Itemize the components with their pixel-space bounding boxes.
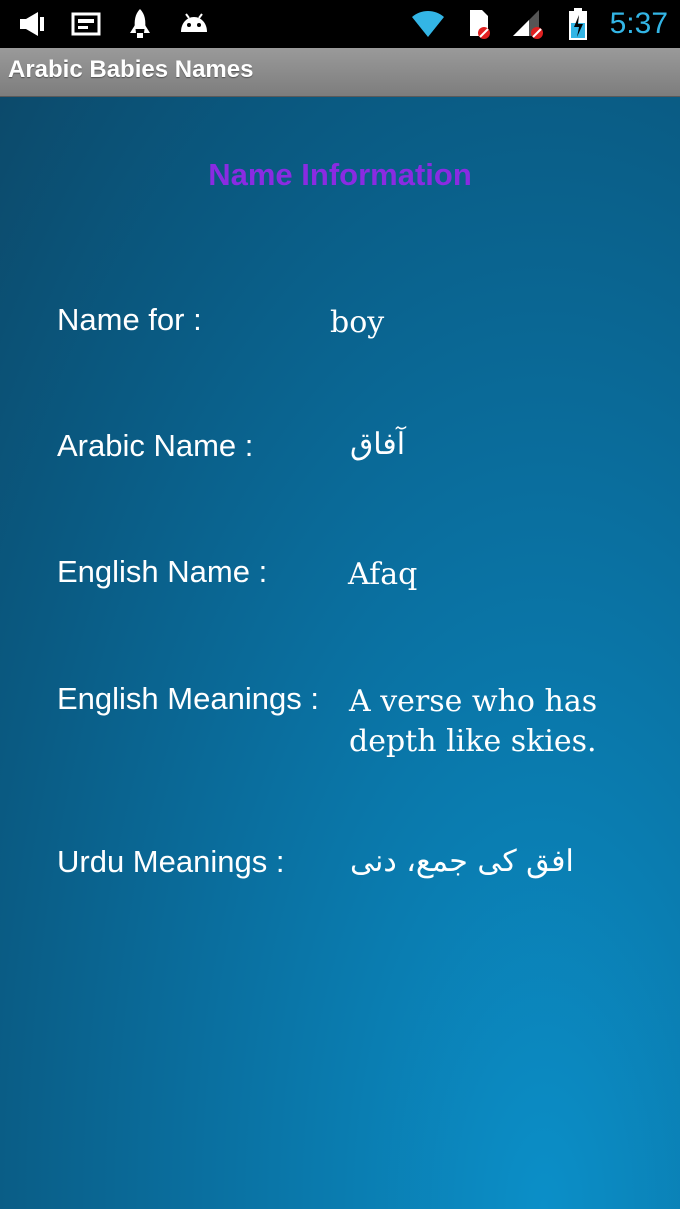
english-meanings-label: English Meanings : — [57, 681, 319, 716]
clock: 5:37 — [609, 7, 668, 40]
english-name-value: Afaq — [348, 557, 418, 592]
signal-icon — [510, 6, 546, 42]
name-info-content: Name Information Name for : boy Arabic N… — [0, 97, 680, 1209]
name-for-label: Name for : — [57, 302, 202, 337]
android-icon — [176, 6, 212, 42]
rocket-icon — [122, 6, 158, 42]
urdu-meanings-label: Urdu Meanings : — [57, 844, 285, 879]
english-meanings-line2: depth like skies. — [349, 724, 597, 759]
status-bar: 5:37 — [0, 0, 680, 48]
arabic-name-label: Arabic Name : — [57, 428, 254, 463]
arabic-name-value: آفاق — [350, 427, 406, 462]
megaphone-icon — [14, 6, 50, 42]
english-name-label: English Name : — [57, 554, 268, 589]
app-title: Arabic Babies Names — [8, 56, 254, 83]
name-for-value: boy — [330, 305, 385, 340]
sd-card-icon — [460, 6, 496, 42]
urdu-meanings-value: افق کی جمع، دنی — [350, 844, 574, 879]
english-meanings-line1: A verse who has — [349, 684, 598, 719]
media-icon — [68, 6, 104, 42]
battery-icon — [560, 6, 596, 42]
wifi-icon — [410, 6, 446, 42]
action-bar: Arabic Babies Names — [0, 48, 680, 97]
page-title: Name Information — [208, 157, 472, 192]
